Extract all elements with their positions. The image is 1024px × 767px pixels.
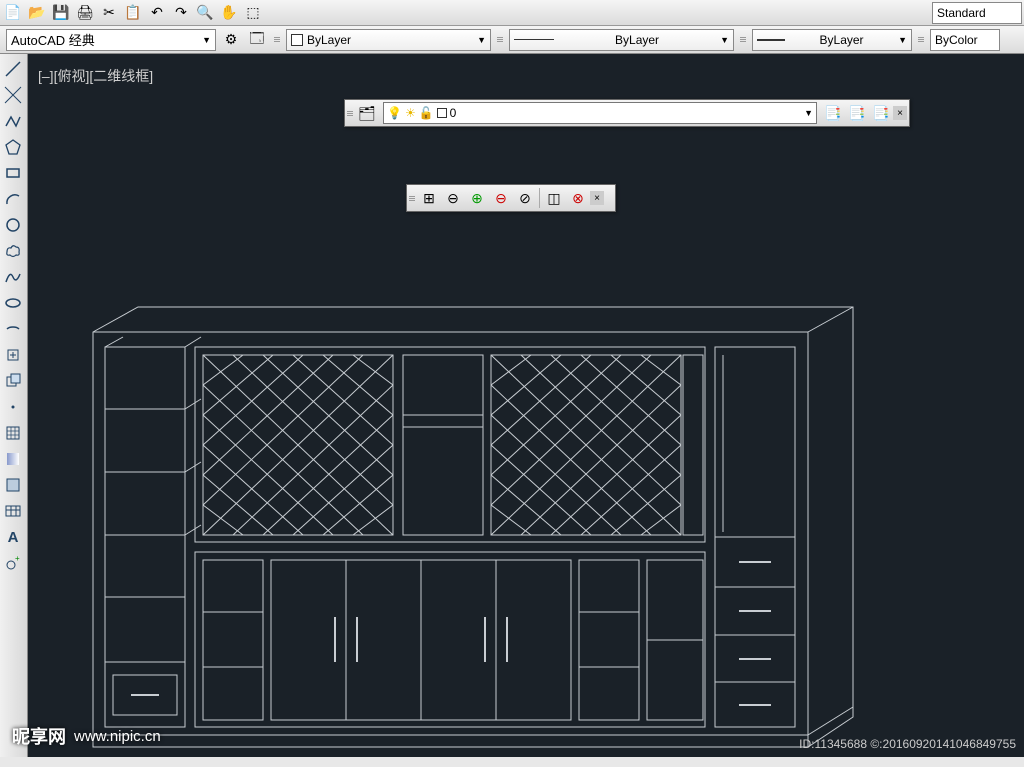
arc-tool[interactable] bbox=[0, 186, 26, 212]
toolbar-grip[interactable] bbox=[409, 187, 415, 209]
color-dropdown-label: ByLayer bbox=[307, 33, 473, 47]
construction-line-tool[interactable] bbox=[0, 82, 26, 108]
tool-icon[interactable]: ↶ bbox=[146, 3, 168, 23]
watermark-right: ID:11345688 ©:20160920141046849755 bbox=[799, 737, 1016, 751]
table-tool[interactable] bbox=[0, 498, 26, 524]
layer-lock-icon: 🔓 bbox=[419, 106, 434, 120]
chevron-down-icon: ▼ bbox=[477, 35, 486, 45]
close-icon[interactable]: × bbox=[590, 191, 604, 205]
tool-icon[interactable]: ↷ bbox=[170, 3, 192, 23]
toolbar-grip[interactable] bbox=[740, 29, 746, 51]
plotstyle-dropdown[interactable]: ByColor bbox=[930, 29, 1000, 51]
polygon-tool[interactable] bbox=[0, 134, 26, 160]
tool-icon[interactable]: 🖨 bbox=[74, 3, 96, 23]
chevron-down-icon: ▼ bbox=[898, 35, 907, 45]
view-button[interactable]: ◫ bbox=[542, 186, 566, 210]
toolbar-grip[interactable] bbox=[347, 102, 353, 124]
layer-name: 0 bbox=[450, 106, 457, 120]
tool-icon[interactable]: ✂ bbox=[98, 3, 120, 23]
tool-icon[interactable]: 🔍 bbox=[194, 3, 216, 23]
addselected-tool[interactable]: + bbox=[0, 550, 26, 576]
layer-color-icon bbox=[437, 108, 447, 118]
rectangle-tool[interactable] bbox=[0, 160, 26, 186]
watermark-url: www.nipic.cn bbox=[74, 728, 161, 745]
spline-tool[interactable] bbox=[0, 264, 26, 290]
make-block-tool[interactable] bbox=[0, 368, 26, 394]
layer-properties-button[interactable]: 🗂 bbox=[355, 101, 379, 125]
revcloud-tool[interactable] bbox=[0, 238, 26, 264]
style-dropdown-label: Standard bbox=[937, 6, 986, 20]
tool-icon[interactable]: ✋ bbox=[218, 3, 240, 23]
lineweight-dropdown[interactable]: ByLayer ▼ bbox=[752, 29, 912, 51]
tool-icon[interactable]: 💾 bbox=[50, 3, 72, 23]
quick-access-toolbar: 📄 📂 💾 🖨 ✂ 📋 ↶ ↷ 🔍 ✋ ⬚ Standard bbox=[0, 0, 1024, 26]
polyline-tool[interactable] bbox=[0, 108, 26, 134]
workspace-dropdown[interactable]: AutoCAD 经典 ▼ bbox=[6, 29, 216, 51]
toolbar-grip[interactable] bbox=[274, 29, 280, 51]
plotstyle-label: ByColor bbox=[935, 33, 978, 47]
layer-button[interactable]: 📑 bbox=[869, 101, 893, 125]
workspace-current: AutoCAD 经典 bbox=[11, 30, 95, 49]
toolbar-grip[interactable] bbox=[497, 29, 503, 51]
circle-tool[interactable] bbox=[0, 212, 26, 238]
workspace-settings-button[interactable]: ⚙ bbox=[220, 29, 242, 51]
layer-dropdown[interactable]: 💡 ☀ 🔓 0 ▼ bbox=[383, 102, 817, 124]
chevron-down-icon: ▼ bbox=[804, 108, 813, 118]
svg-text:+: + bbox=[15, 554, 20, 563]
ellipse-arc-tool[interactable] bbox=[0, 316, 26, 342]
watermark-left: 昵享网 www.nipic.cn bbox=[12, 723, 161, 749]
viewport-label[interactable]: [–][俯视][二维线框] bbox=[38, 66, 153, 86]
ellipse-tool[interactable] bbox=[0, 290, 26, 316]
layer-toolbar[interactable]: 🗂 💡 ☀ 🔓 0 ▼ 📑 📑 📑 × bbox=[344, 99, 910, 127]
layer-button[interactable]: 📑 bbox=[821, 101, 845, 125]
text-tool[interactable]: A bbox=[0, 524, 26, 550]
properties-toolbar: AutoCAD 经典 ▼ ⚙ 🗔 ByLayer ▼ ByLayer ▼ ByL… bbox=[0, 26, 1024, 54]
cad-drawing bbox=[83, 257, 903, 767]
close-icon[interactable]: × bbox=[893, 106, 907, 120]
tool-icon[interactable]: 📂 bbox=[26, 3, 48, 23]
draw-toolbar: A + bbox=[0, 54, 28, 757]
linetype-dropdown[interactable]: ByLayer ▼ bbox=[509, 29, 734, 51]
hatch-tool[interactable] bbox=[0, 420, 26, 446]
drawing-canvas[interactable]: [–][俯视][二维线框] 🗂 💡 ☀ 🔓 0 ▼ 📑 📑 📑 × ⊞ ⊖ bbox=[28, 54, 1024, 757]
layer-button[interactable]: 📑 bbox=[845, 101, 869, 125]
view-toolbar[interactable]: ⊞ ⊖ ⊕ ⊖ ⊘ ◫ ⊗ × bbox=[406, 184, 616, 212]
toolbar-grip[interactable] bbox=[918, 29, 924, 51]
tool-icon[interactable]: 📋 bbox=[122, 3, 144, 23]
chevron-down-icon: ▼ bbox=[720, 35, 729, 45]
line-tool[interactable] bbox=[0, 56, 26, 82]
lineweight-dropdown-label: ByLayer bbox=[789, 33, 894, 47]
tool-icon[interactable]: ⬚ bbox=[242, 3, 264, 23]
toolbar-button[interactable]: 🗔 bbox=[246, 29, 268, 51]
tool-icon[interactable]: 📄 bbox=[2, 3, 24, 23]
linetype-dropdown-label: ByLayer bbox=[558, 33, 716, 47]
view-button[interactable]: ⊖ bbox=[489, 186, 513, 210]
layer-on-icon: 💡 bbox=[387, 106, 402, 120]
view-button[interactable]: ⊞ bbox=[417, 186, 441, 210]
view-button[interactable]: ⊘ bbox=[513, 186, 537, 210]
color-swatch-icon bbox=[291, 34, 303, 46]
region-tool[interactable] bbox=[0, 472, 26, 498]
gradient-tool[interactable] bbox=[0, 446, 26, 472]
view-button[interactable]: ⊕ bbox=[465, 186, 489, 210]
view-button[interactable]: ⊖ bbox=[441, 186, 465, 210]
layer-freeze-icon: ☀ bbox=[405, 106, 416, 120]
watermark-logo: 昵享网 bbox=[12, 723, 66, 749]
point-tool[interactable] bbox=[0, 394, 26, 420]
color-dropdown[interactable]: ByLayer ▼ bbox=[286, 29, 491, 51]
style-dropdown[interactable]: Standard bbox=[932, 2, 1022, 24]
main-area: A + [–][俯视][二维线框] 🗂 💡 ☀ 🔓 0 ▼ 📑 📑 📑 × bbox=[0, 54, 1024, 757]
chevron-down-icon: ▼ bbox=[202, 35, 211, 45]
insert-block-tool[interactable] bbox=[0, 342, 26, 368]
view-button[interactable]: ⊗ bbox=[566, 186, 590, 210]
